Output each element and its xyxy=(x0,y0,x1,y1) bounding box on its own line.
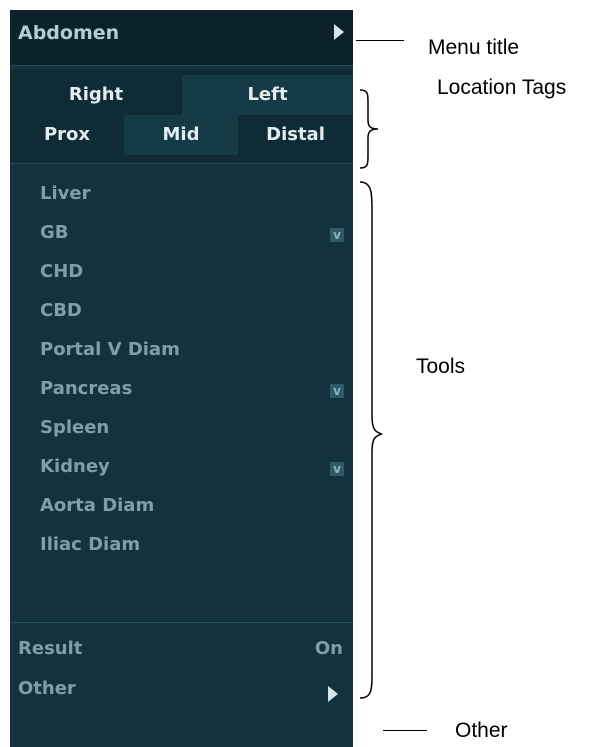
chevron-down-icon[interactable]: v xyxy=(330,228,344,242)
result-value[interactable]: On xyxy=(315,638,343,659)
tag-distal[interactable]: Distal xyxy=(238,115,353,155)
annotation-tools: Tools xyxy=(416,355,466,378)
location-row-2: Prox Mid Distal xyxy=(10,115,353,155)
location-row-1: Right Left xyxy=(10,75,353,115)
tag-left[interactable]: Left xyxy=(182,75,353,115)
tool-cbd[interactable]: CBD xyxy=(40,300,82,321)
location-tags-brace xyxy=(359,89,379,169)
tool-chd[interactable]: CHD xyxy=(40,261,83,282)
annotation-location-tags: Location Tags xyxy=(437,76,567,99)
divider xyxy=(10,622,353,623)
tool-iliac-diam[interactable]: Iliac Diam xyxy=(40,534,140,555)
tool-aorta-diam[interactable]: Aorta Diam xyxy=(40,495,154,516)
menu-title-bar[interactable]: Abdomen xyxy=(10,10,353,66)
tools-brace xyxy=(359,181,383,699)
tool-portal-v-diam[interactable]: Portal V Diam xyxy=(40,339,180,360)
annotation-line-menu-title xyxy=(356,40,404,41)
expand-right-icon[interactable] xyxy=(334,24,344,40)
chevron-down-icon[interactable]: v xyxy=(330,384,344,398)
annotation-menu-title: Menu title xyxy=(428,36,520,59)
menu-title: Abdomen xyxy=(18,22,120,44)
tool-kidney[interactable]: Kidney xyxy=(40,456,110,477)
tag-mid[interactable]: Mid xyxy=(124,115,238,155)
other-label[interactable]: Other xyxy=(18,678,345,699)
tool-liver[interactable]: Liver xyxy=(40,183,90,204)
annotation-other: Other xyxy=(455,719,508,742)
chevron-down-icon[interactable]: v xyxy=(330,462,344,476)
tag-right[interactable]: Right xyxy=(10,75,182,115)
result-label[interactable]: Result xyxy=(18,638,345,659)
tool-spleen[interactable]: Spleen xyxy=(40,417,109,438)
location-tags: Right Left Prox Mid Distal xyxy=(10,70,353,164)
expand-right-icon[interactable] xyxy=(328,686,338,702)
tool-pancreas[interactable]: Pancreas xyxy=(40,378,132,399)
annotation-line-other xyxy=(383,730,427,731)
tag-prox[interactable]: Prox xyxy=(10,115,124,155)
menu-panel: Abdomen Right Left Prox Mid Distal Liver… xyxy=(10,10,353,747)
tool-gb[interactable]: GB xyxy=(40,222,69,243)
